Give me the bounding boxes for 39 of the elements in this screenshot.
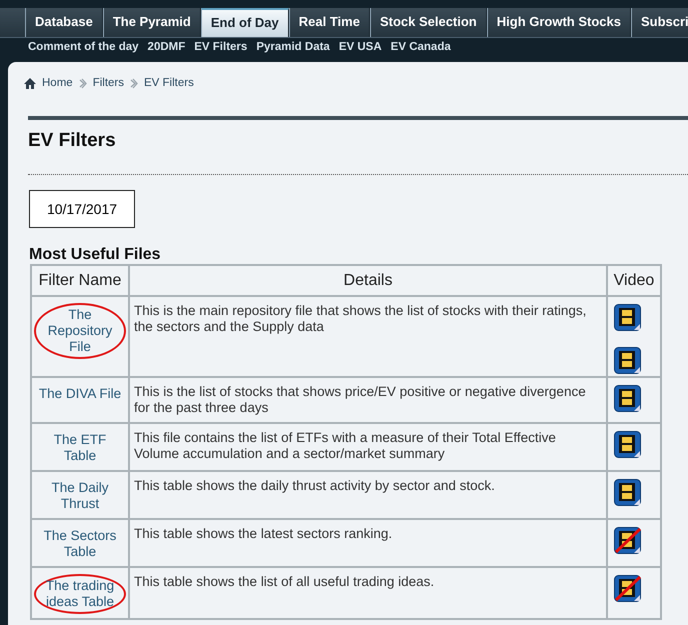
arrow-icon bbox=[130, 78, 138, 88]
nav-tab[interactable]: High Growth Stocks bbox=[486, 8, 631, 37]
column-header: Filter Name bbox=[31, 265, 129, 296]
section-title: Most Useful Files bbox=[29, 246, 162, 264]
file-link[interactable]: The trading ideas Table bbox=[34, 574, 126, 614]
table-cell: This table shows the list of all useful trading ideas. bbox=[129, 567, 607, 619]
table-cell: This file contains the list of ETFs with a measure of their Total Effective Volume accumulation and a sector/market summary bbox=[129, 423, 607, 471]
column-header: Details bbox=[129, 265, 607, 296]
video-icon[interactable] bbox=[614, 385, 641, 412]
table-cell: This is the list of stocks that shows price/EV positive or negative divergence for the past three days bbox=[129, 377, 607, 423]
video-icon[interactable] bbox=[614, 304, 641, 331]
nav-tab[interactable]: Stock Selection bbox=[370, 8, 487, 37]
video-icon[interactable] bbox=[614, 347, 641, 374]
page-title: EV Filters bbox=[28, 130, 117, 152]
column-header: Video bbox=[607, 265, 661, 296]
subnav-link[interactable]: EV Filters bbox=[194, 41, 248, 62]
breadcrumb-link[interactable]: EV Filters bbox=[144, 77, 194, 89]
nav-tab[interactable]: Real Time bbox=[288, 8, 370, 37]
struck-video-icon[interactable] bbox=[614, 575, 641, 602]
date-label: 10/17/2017 bbox=[29, 190, 135, 228]
table-cell: This is the main repository file that shows the list of stocks with their ratings, the sectors and the Supply data bbox=[129, 296, 607, 377]
table-cell: This table shows the daily thrust activity by sector and stock. bbox=[129, 471, 607, 519]
arrow-icon bbox=[78, 78, 87, 88]
file-link[interactable]: The Repository File bbox=[34, 303, 126, 359]
struck-video-icon[interactable] bbox=[614, 527, 641, 554]
subnav-link[interactable]: Pyramid Data bbox=[256, 41, 330, 62]
nav-tab[interactable]: Subscri bbox=[630, 8, 688, 37]
subnav-link[interactable]: 20DMF bbox=[148, 41, 186, 62]
table-cell: This table shows the latest sectors ranking. bbox=[129, 519, 607, 567]
nav-tab[interactable]: Database bbox=[25, 8, 103, 37]
subnav-link[interactable]: EV USA bbox=[338, 41, 382, 62]
video-icon[interactable] bbox=[614, 479, 641, 506]
home-icon bbox=[24, 78, 36, 88]
subnav-link[interactable]: Comment of the day bbox=[28, 41, 139, 62]
nav-tab[interactable]: End of Day bbox=[200, 8, 289, 37]
video-icon[interactable] bbox=[614, 431, 641, 458]
breadcrumb-link[interactable]: Home bbox=[42, 77, 73, 89]
breadcrumb-link[interactable]: Filters bbox=[92, 77, 124, 89]
subnav-link[interactable]: EV Canada bbox=[390, 41, 451, 62]
